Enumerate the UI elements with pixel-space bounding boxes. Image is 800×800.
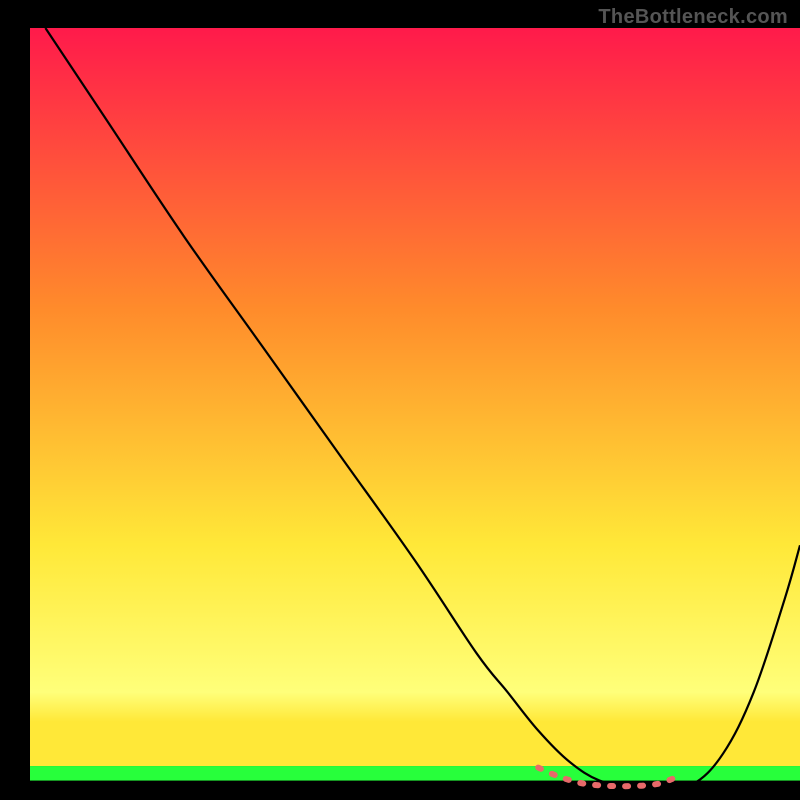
watermark-text: TheBottleneck.com — [598, 6, 788, 29]
bottleneck-chart: TheBottleneck.com — [0, 0, 800, 800]
chart-svg — [0, 0, 800, 800]
